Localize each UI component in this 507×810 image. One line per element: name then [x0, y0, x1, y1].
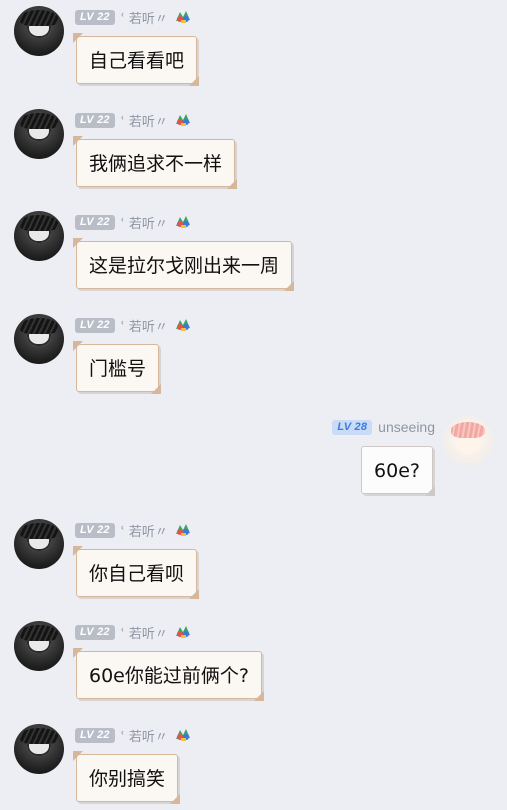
bubble-corner-icon — [73, 341, 83, 351]
bubble-corner-icon — [73, 751, 83, 761]
level-badge: LV 22 — [75, 317, 115, 333]
colorful-badge-icon — [174, 317, 192, 333]
bubble-corner-icon — [73, 136, 83, 146]
message-text: 门槛号 — [89, 358, 147, 380]
sender-name[interactable]: ʿ 若听〃 — [121, 213, 168, 232]
sender-info: LV 28 unseeing — [332, 417, 435, 437]
sender-name[interactable]: ʿ 若听〃 — [121, 623, 168, 642]
bubble-corner-icon — [73, 648, 83, 658]
message-item: LV 22 ʿ 若听〃 自己看看吧 — [0, 2, 507, 102]
sender-avatar[interactable] — [14, 211, 64, 261]
message-item-own: LV 28 unseeing 60e? — [0, 412, 507, 512]
bubble-corner-icon — [253, 691, 264, 701]
message-item: LV 22 ʿ 若听〃 我俩追求不一样 — [0, 105, 507, 205]
sender-name[interactable]: ʿ 若听〃 — [121, 726, 168, 745]
bubble-corner-icon — [284, 281, 295, 291]
sender-info: LV 22 ʿ 若听〃 — [75, 315, 192, 335]
sender-avatar[interactable] — [14, 6, 64, 56]
bubble-corner-icon — [227, 179, 238, 189]
message-text: 你别搞笑 — [89, 768, 166, 790]
own-avatar[interactable] — [443, 416, 493, 466]
sender-info: LV 22 ʿ 若听〃 — [75, 622, 192, 642]
level-badge: LV 28 — [332, 419, 373, 435]
sender-avatar[interactable] — [14, 724, 64, 774]
colorful-badge-icon — [174, 522, 192, 538]
bubble-corner-icon — [189, 76, 200, 86]
message-text: 我俩追求不一样 — [89, 153, 223, 175]
bubble-corner-icon — [425, 486, 435, 496]
colorful-badge-icon — [174, 112, 192, 128]
sender-avatar[interactable] — [14, 109, 64, 159]
message-text: 这是拉尔戈刚出来一周 — [89, 255, 280, 277]
level-badge: LV 22 — [75, 624, 115, 640]
message-bubble[interactable]: 你别搞笑 — [73, 751, 181, 804]
message-item: LV 22 ʿ 若听〃 这是拉尔戈刚出来一周 — [0, 207, 507, 307]
colorful-badge-icon — [174, 624, 192, 640]
message-text: 自己看看吧 — [89, 50, 185, 72]
message-item: LV 22 ʿ 若听〃 60e你能过前俩个? — [0, 617, 507, 717]
bubble-corner-icon — [73, 33, 83, 43]
bubble-corner-icon — [151, 384, 162, 394]
sender-name[interactable]: ʿ 若听〃 — [121, 521, 168, 540]
message-item: LV 22 ʿ 若听〃 你自己看呗 — [0, 515, 507, 615]
colorful-badge-icon — [174, 727, 192, 743]
level-badge: LV 22 — [75, 112, 115, 128]
message-item: LV 22 ʿ 若听〃 你别搞笑 — [0, 720, 507, 810]
bubble-corner-icon — [189, 589, 200, 599]
message-bubble[interactable]: 你自己看呗 — [73, 546, 200, 599]
sender-info: LV 22 ʿ 若听〃 — [75, 212, 192, 232]
level-badge: LV 22 — [75, 214, 115, 230]
level-badge: LV 22 — [75, 522, 115, 538]
sender-name[interactable]: ʿ 若听〃 — [121, 8, 168, 27]
sender-avatar[interactable] — [14, 314, 64, 364]
message-item: LV 22 ʿ 若听〃 门槛号 — [0, 310, 507, 410]
colorful-badge-icon — [174, 9, 192, 25]
sender-info: LV 22 ʿ 若听〃 — [75, 110, 192, 130]
sender-name[interactable]: ʿ 若听〃 — [121, 316, 168, 335]
bubble-corner-icon — [73, 546, 83, 556]
sender-info: LV 22 ʿ 若听〃 — [75, 725, 192, 745]
message-text: 60e你能过前俩个? — [89, 665, 249, 687]
sender-name[interactable]: ʿ 若听〃 — [121, 111, 168, 130]
sender-name[interactable]: unseeing — [378, 419, 435, 435]
bubble-corner-icon — [73, 238, 83, 248]
level-badge: LV 22 — [75, 9, 115, 25]
message-bubble[interactable]: 自己看看吧 — [73, 33, 200, 86]
sender-avatar[interactable] — [14, 519, 64, 569]
message-bubble[interactable]: 我俩追求不一样 — [73, 136, 238, 189]
message-text: 你自己看呗 — [89, 563, 185, 585]
message-bubble[interactable]: 60e? — [361, 446, 435, 496]
level-badge: LV 22 — [75, 727, 115, 743]
message-bubble[interactable]: 60e你能过前俩个? — [73, 648, 264, 701]
message-bubble[interactable]: 门槛号 — [73, 341, 162, 394]
message-text: 60e? — [374, 460, 420, 482]
sender-avatar[interactable] — [14, 621, 64, 671]
message-bubble[interactable]: 这是拉尔戈刚出来一周 — [73, 238, 295, 291]
sender-info: LV 22 ʿ 若听〃 — [75, 7, 192, 27]
bubble-corner-icon — [170, 794, 181, 804]
sender-info: LV 22 ʿ 若听〃 — [75, 520, 192, 540]
colorful-badge-icon — [174, 214, 192, 230]
